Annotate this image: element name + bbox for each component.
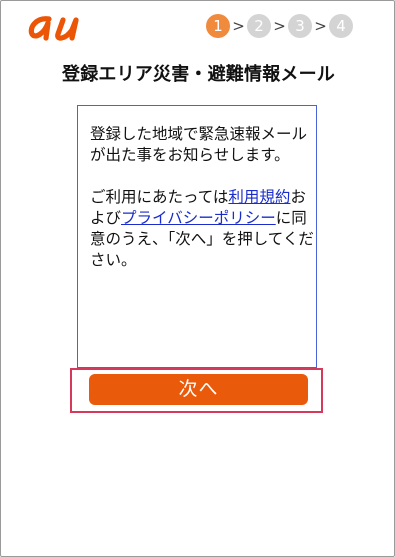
step-separator: > <box>314 17 327 35</box>
step-separator: > <box>232 17 245 35</box>
step-3: 3 <box>288 14 312 38</box>
screen-frame: au 1 > 2 > 3 > 4 登録エリア災害・避難情報メール 登録した地域で… <box>0 0 395 557</box>
step-separator: > <box>273 17 286 35</box>
au-logo: au <box>28 16 79 41</box>
step-indicator: 1 > 2 > 3 > 4 <box>206 14 353 38</box>
step-1-active: 1 <box>206 14 230 38</box>
page-title: 登録エリア災害・避難情報メール <box>62 64 335 85</box>
service-description: 登録した地域で緊急速報メールが出た事をお知らせします。 <box>90 125 308 164</box>
content-box: 登録した地域で緊急速報メールが出た事をお知らせします。 ご利用にあたっては利用規… <box>77 105 317 368</box>
consent-notice: ご利用にあたっては利用規約およびプライバシーポリシーに同意のうえ、「次へ」を押し… <box>90 187 316 271</box>
step-4: 4 <box>329 14 353 38</box>
privacy-policy-link[interactable]: プライバシーポリシー <box>121 209 276 227</box>
terms-of-use-link[interactable]: 利用規約 <box>228 188 290 206</box>
step-2: 2 <box>247 14 271 38</box>
consent-prefix: ご利用にあたっては <box>90 188 229 206</box>
next-button[interactable]: 次へ <box>89 374 308 405</box>
content-text: 登録した地域で緊急速報メールが出た事をお知らせします。 ご利用にあたっては利用規… <box>90 124 316 271</box>
